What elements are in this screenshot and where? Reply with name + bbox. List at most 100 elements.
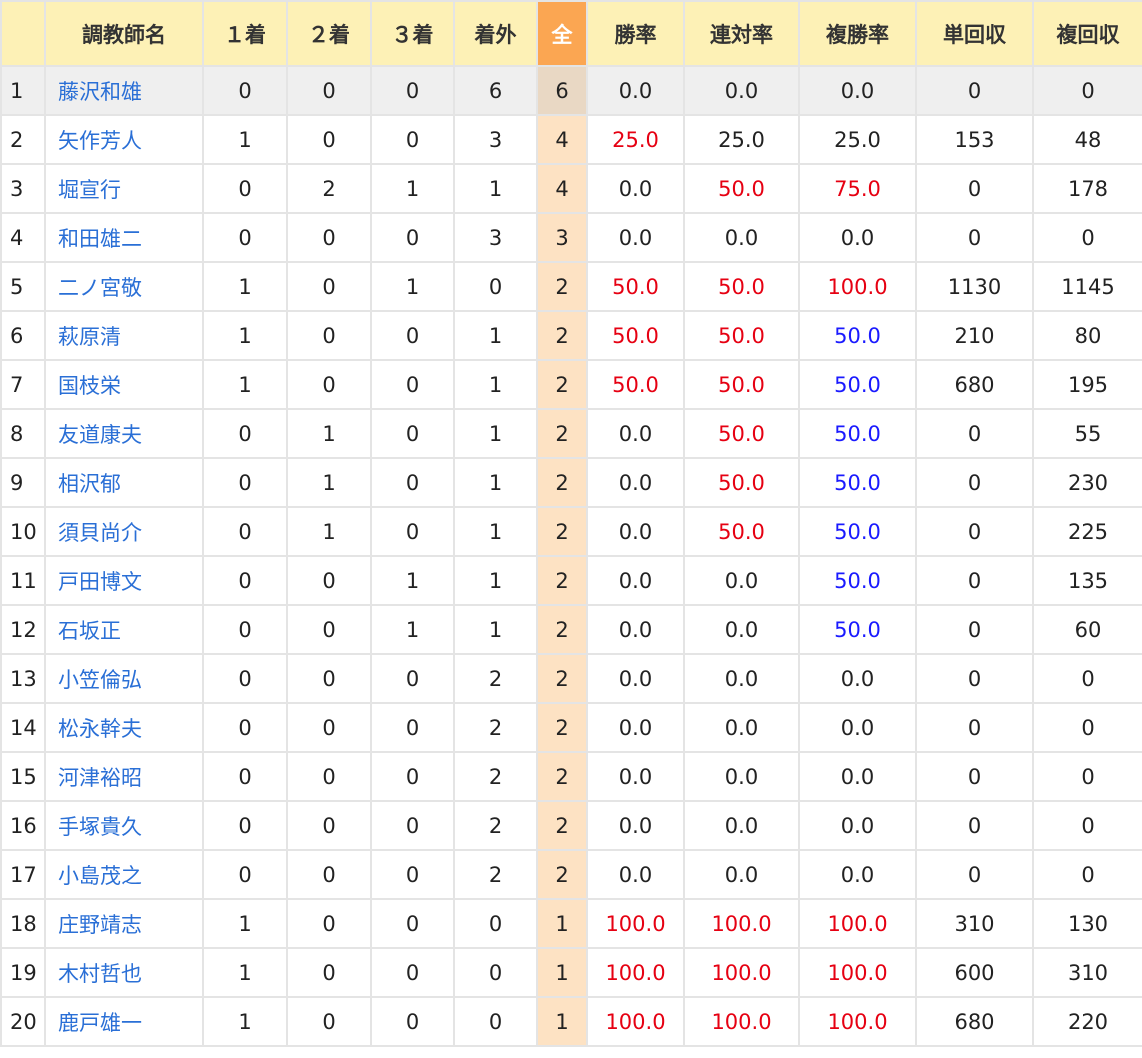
- header-row: 調教師名 １着 ２着 ３着 着外 全 勝率 連対率 複勝率 単回収 複回収: [0, 0, 1142, 67]
- win-return-cell: 0: [915, 212, 1034, 263]
- third-count: 0: [370, 702, 455, 753]
- table-row: 19 木村哲也 1 0 0 0 1 100.0 100.0 100.0 600 310: [0, 947, 1142, 998]
- trainer-name-link[interactable]: 手塚貴久: [44, 800, 204, 851]
- quinella-rate-cell: 0.0: [683, 555, 800, 606]
- show-return-cell: 310: [1032, 947, 1142, 998]
- trainer-name-link[interactable]: 石坂正: [44, 604, 204, 655]
- win-rate-cell: 0.0: [586, 65, 685, 116]
- quinella-rate-cell: 50.0: [683, 359, 800, 410]
- rank-cell: 7: [0, 359, 46, 410]
- show-return-cell: 230: [1032, 457, 1142, 508]
- rank-cell: 16: [0, 800, 46, 851]
- second-count: 0: [286, 310, 372, 361]
- trainer-name-link[interactable]: 木村哲也: [44, 947, 204, 998]
- second-count: 0: [286, 996, 372, 1047]
- quinella-rate-cell: 50.0: [683, 310, 800, 361]
- col-header-rank[interactable]: [0, 0, 46, 67]
- quinella-rate-cell: 0.0: [683, 653, 800, 704]
- quinella-rate-cell: 50.0: [683, 261, 800, 312]
- show-return-cell: 1145: [1032, 261, 1142, 312]
- quinella-rate-cell: 0.0: [683, 849, 800, 900]
- trainer-name-link[interactable]: 国枝栄: [44, 359, 204, 410]
- show-return-cell: 135: [1032, 555, 1142, 606]
- trainer-name-link[interactable]: 堀宣行: [44, 163, 204, 214]
- trainer-name-link[interactable]: 小笠倫弘: [44, 653, 204, 704]
- col-header-second[interactable]: ２着: [286, 0, 372, 67]
- second-count: 0: [286, 114, 372, 165]
- win-rate-cell: 0.0: [586, 702, 685, 753]
- trainer-name-link[interactable]: 二ノ宮敬: [44, 261, 204, 312]
- trainer-name-link[interactable]: 藤沢和雄: [44, 65, 204, 116]
- trainer-name-link[interactable]: 松永幹夫: [44, 702, 204, 753]
- win-rate-cell: 50.0: [586, 261, 685, 312]
- win-return-cell: 0: [915, 408, 1034, 459]
- second-count: 1: [286, 457, 372, 508]
- table-row: 15 河津裕昭 0 0 0 2 2 0.0 0.0 0.0 0 0: [0, 751, 1142, 802]
- out-count: 0: [453, 261, 538, 312]
- total-count: 2: [536, 604, 588, 655]
- win-return-cell: 0: [915, 849, 1034, 900]
- first-count: 1: [202, 996, 288, 1047]
- total-count: 2: [536, 555, 588, 606]
- col-header-first[interactable]: １着: [202, 0, 288, 67]
- show-rate-cell: 0.0: [798, 751, 917, 802]
- quinella-rate-cell: 0.0: [683, 702, 800, 753]
- col-header-out[interactable]: 着外: [453, 0, 538, 67]
- trainer-name-link[interactable]: 和田雄二: [44, 212, 204, 263]
- col-header-quinella-rate[interactable]: 連対率: [683, 0, 800, 67]
- first-count: 0: [202, 457, 288, 508]
- trainer-name-link[interactable]: 萩原清: [44, 310, 204, 361]
- out-count: 1: [453, 310, 538, 361]
- show-return-cell: 48: [1032, 114, 1142, 165]
- trainer-name-link[interactable]: 鹿戸雄一: [44, 996, 204, 1047]
- show-rate-cell: 50.0: [798, 310, 917, 361]
- col-header-total[interactable]: 全: [536, 0, 588, 67]
- rank-cell: 12: [0, 604, 46, 655]
- show-rate-cell: 100.0: [798, 947, 917, 998]
- trainer-name-link[interactable]: 友道康夫: [44, 408, 204, 459]
- trainer-name-link[interactable]: 小島茂之: [44, 849, 204, 900]
- second-count: 0: [286, 898, 372, 949]
- col-header-show-return[interactable]: 複回収: [1032, 0, 1142, 67]
- first-count: 1: [202, 114, 288, 165]
- out-count: 1: [453, 163, 538, 214]
- rank-cell: 3: [0, 163, 46, 214]
- trainer-name-link[interactable]: 庄野靖志: [44, 898, 204, 949]
- quinella-rate-cell: 0.0: [683, 800, 800, 851]
- first-count: 0: [202, 653, 288, 704]
- trainer-name-link[interactable]: 相沢郁: [44, 457, 204, 508]
- rank-cell: 13: [0, 653, 46, 704]
- col-header-third[interactable]: ３着: [370, 0, 455, 67]
- quinella-rate-cell: 50.0: [683, 506, 800, 557]
- win-return-cell: 1130: [915, 261, 1034, 312]
- second-count: 0: [286, 751, 372, 802]
- table-row: 4 和田雄二 0 0 0 3 3 0.0 0.0 0.0 0 0: [0, 212, 1142, 263]
- show-rate-cell: 50.0: [798, 506, 917, 557]
- trainer-name-link[interactable]: 河津裕昭: [44, 751, 204, 802]
- table-row: 16 手塚貴久 0 0 0 2 2 0.0 0.0 0.0 0 0: [0, 800, 1142, 851]
- rank-cell: 18: [0, 898, 46, 949]
- win-rate-cell: 0.0: [586, 849, 685, 900]
- win-return-cell: 600: [915, 947, 1034, 998]
- win-rate-cell: 100.0: [586, 996, 685, 1047]
- col-header-win-return[interactable]: 単回収: [915, 0, 1034, 67]
- third-count: 1: [370, 604, 455, 655]
- col-header-show-rate[interactable]: 複勝率: [798, 0, 917, 67]
- col-header-trainer-name[interactable]: 調教師名: [44, 0, 204, 67]
- win-rate-cell: 100.0: [586, 898, 685, 949]
- trainer-name-link[interactable]: 須貝尚介: [44, 506, 204, 557]
- rank-cell: 4: [0, 212, 46, 263]
- out-count: 2: [453, 751, 538, 802]
- second-count: 2: [286, 163, 372, 214]
- table-row: 5 二ノ宮敬 1 0 1 0 2 50.0 50.0 100.0 1130 1145: [0, 261, 1142, 312]
- rank-cell: 1: [0, 65, 46, 116]
- total-count: 2: [536, 506, 588, 557]
- third-count: 0: [370, 359, 455, 410]
- trainer-name-link[interactable]: 矢作芳人: [44, 114, 204, 165]
- col-header-win-rate[interactable]: 勝率: [586, 0, 685, 67]
- show-rate-cell: 0.0: [798, 65, 917, 116]
- second-count: 0: [286, 65, 372, 116]
- quinella-rate-cell: 0.0: [683, 65, 800, 116]
- third-count: 1: [370, 555, 455, 606]
- trainer-name-link[interactable]: 戸田博文: [44, 555, 204, 606]
